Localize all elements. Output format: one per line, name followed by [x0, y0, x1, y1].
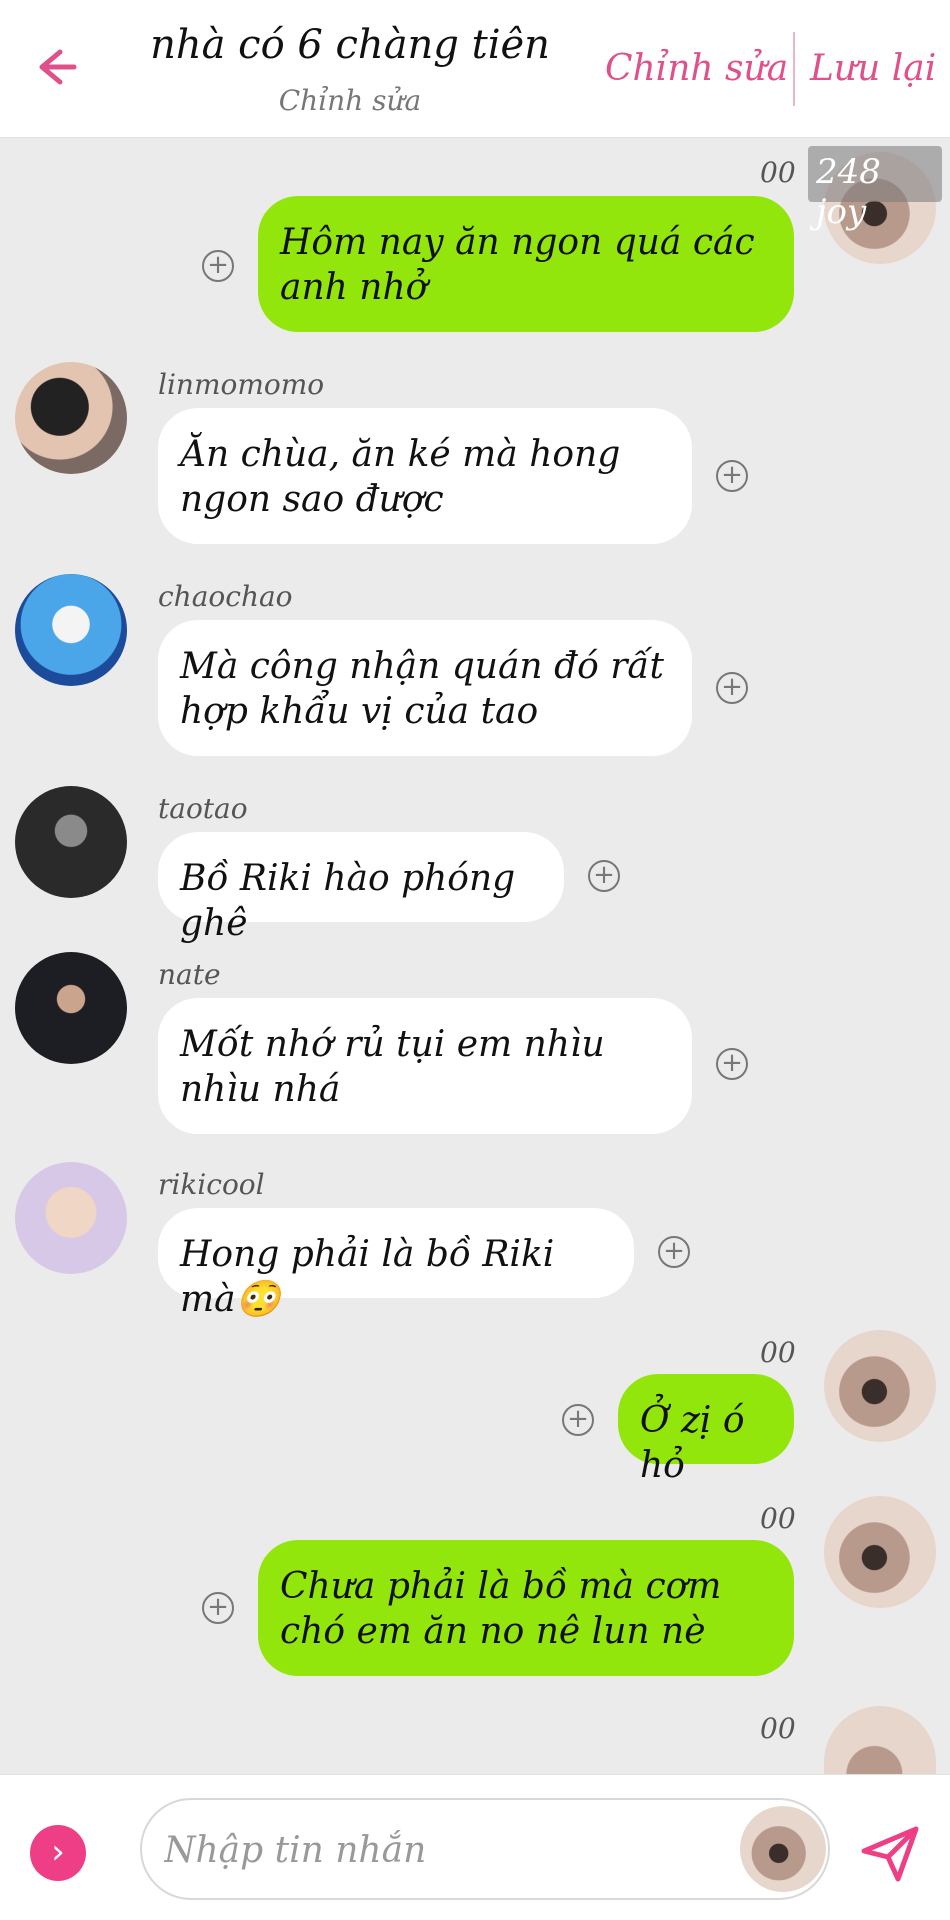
message-composer: ›: [0, 1774, 950, 1920]
sender-name: taotao: [158, 792, 248, 825]
add-reaction-icon[interactable]: +: [588, 860, 620, 892]
chat-subtitle[interactable]: Chỉnh sửa: [0, 84, 700, 117]
chevron-right-icon[interactable]: ›: [30, 1825, 86, 1881]
sender-name: chaochao: [158, 580, 293, 613]
message-time: 00: [760, 1502, 796, 1535]
message-bubble[interactable]: Mốt nhớ rủ tụi em nhìu nhìu nhá: [158, 998, 692, 1134]
save-button[interactable]: Lưu lại: [810, 48, 936, 89]
add-reaction-icon[interactable]: +: [716, 460, 748, 492]
avatar[interactable]: [15, 1162, 127, 1274]
send-icon[interactable]: [858, 1821, 922, 1885]
chat-title: nhà có 6 chàng tiên: [150, 22, 550, 68]
add-reaction-icon[interactable]: +: [658, 1236, 690, 1268]
message-bubble[interactable]: Mà công nhận quán đó rất hợp khẩu vị của…: [158, 620, 692, 756]
sender-name: nate: [158, 958, 221, 991]
avatar[interactable]: [824, 1330, 936, 1442]
message-time: 00: [760, 1336, 796, 1369]
header-divider: [793, 32, 795, 106]
message-bubble[interactable]: Hôm nay ăn ngon quá các anh nhở: [258, 196, 794, 332]
message-time: 00: [760, 156, 796, 189]
message-input[interactable]: [164, 1822, 704, 1878]
message-time: 00: [760, 1712, 796, 1745]
add-reaction-icon[interactable]: +: [716, 1048, 748, 1080]
message-bubble[interactable]: Chưa phải là bồ mà cơm chó em ăn no nê l…: [258, 1540, 794, 1676]
message-bubble[interactable]: Ở zị ó hỏ: [618, 1374, 794, 1486]
message-bubble[interactable]: Hong phải là bồ Riki mà😳: [158, 1208, 634, 1320]
avatar[interactable]: [824, 1706, 936, 1774]
sender-name: rikicool: [158, 1168, 265, 1201]
watermark-label: 248 joy: [808, 146, 942, 232]
edit-button[interactable]: Chỉnh sửa: [605, 48, 788, 89]
avatar[interactable]: [15, 574, 127, 686]
avatar[interactable]: [15, 786, 127, 898]
message-bubble[interactable]: Bồ Riki hào phóng ghê: [158, 832, 564, 944]
avatar[interactable]: [15, 362, 127, 474]
message-bubble[interactable]: Ăn chùa, ăn ké mà hong ngon sao được: [158, 408, 692, 544]
add-reaction-icon[interactable]: +: [202, 1592, 234, 1624]
sender-avatar[interactable]: [740, 1806, 826, 1892]
chat-header: nhà có 6 chàng tiên Chỉnh sửa Chỉnh sửa …: [0, 0, 950, 138]
avatar[interactable]: [824, 1496, 936, 1608]
avatar[interactable]: [15, 952, 127, 1064]
add-reaction-icon[interactable]: +: [562, 1404, 594, 1436]
sender-name: linmomomo: [158, 368, 325, 401]
add-reaction-icon[interactable]: +: [716, 672, 748, 704]
add-reaction-icon[interactable]: +: [202, 250, 234, 282]
message-input-wrapper: [140, 1798, 830, 1900]
